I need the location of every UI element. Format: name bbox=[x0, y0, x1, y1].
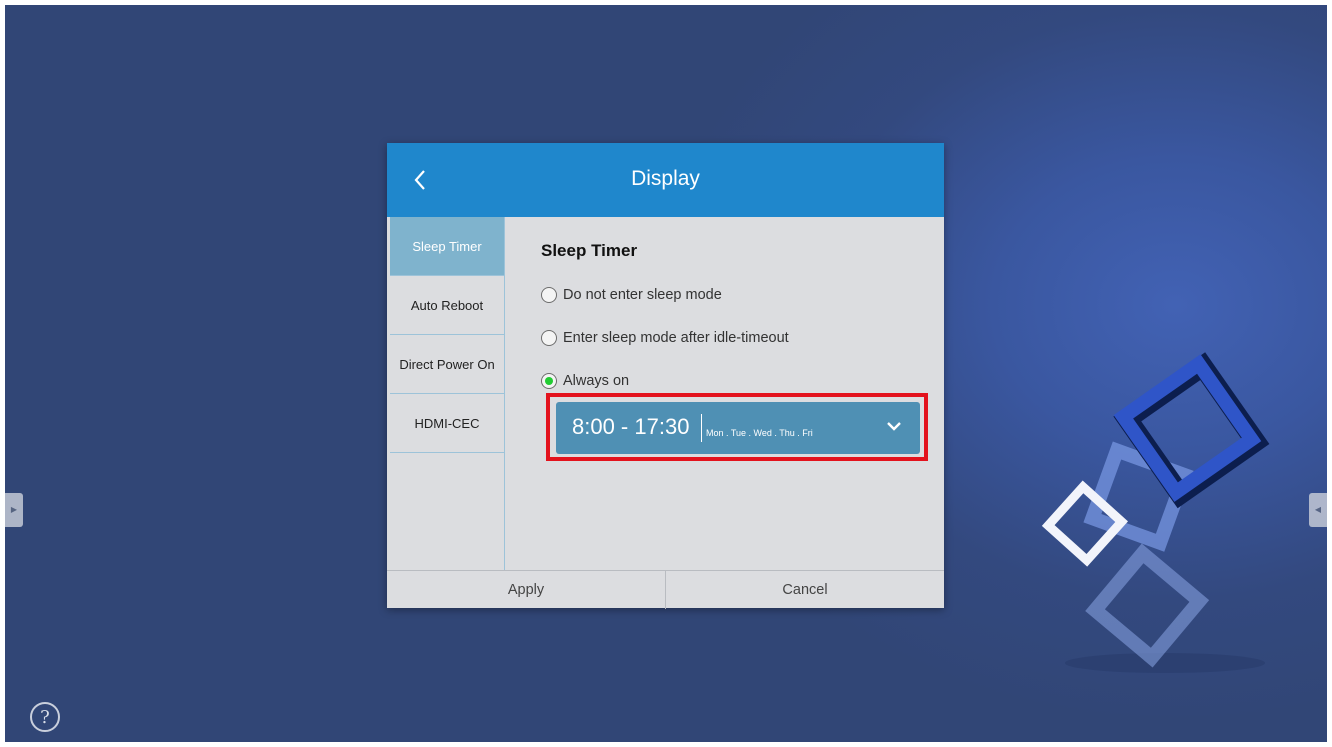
radio-button-selected[interactable] bbox=[541, 373, 557, 389]
option-always-on[interactable]: Always on bbox=[541, 373, 629, 389]
left-edge-handle[interactable]: ▶ bbox=[5, 493, 23, 527]
option-label: Always on bbox=[563, 373, 630, 389]
schedule-dropdown[interactable]: 8:00 - 17:30 Mon . Tue . Wed . Thu . Fri bbox=[556, 402, 920, 454]
settings-sidebar: Sleep Timer Auto Reboot Direct Power On … bbox=[390, 217, 505, 570]
sidebar-item-auto-reboot[interactable]: Auto Reboot bbox=[390, 276, 504, 335]
sidebar-item-label: HDMI-CEC bbox=[414, 415, 480, 431]
sidebar-item-label: Direct Power On bbox=[399, 356, 495, 372]
dialog-header: Display bbox=[387, 143, 944, 217]
option-label: Do not enter sleep mode bbox=[563, 287, 722, 303]
sidebar-item-label: Sleep Timer bbox=[412, 238, 482, 254]
schedule-divider bbox=[701, 414, 702, 442]
option-do-not-sleep[interactable]: Do not enter sleep mode bbox=[541, 287, 722, 303]
arrow-right-icon: ▶ bbox=[10, 505, 18, 514]
chevron-down-icon[interactable] bbox=[886, 420, 902, 432]
apply-button[interactable]: Apply bbox=[387, 571, 665, 609]
right-edge-handle[interactable]: ◀ bbox=[1309, 493, 1327, 527]
schedule-time-range: 8:00 - 17:30 bbox=[572, 414, 690, 439]
sidebar-item-hdmi-cec[interactable]: HDMI-CEC bbox=[390, 394, 504, 453]
option-idle-timeout[interactable]: Enter sleep mode after idle-timeout bbox=[541, 330, 789, 346]
arrow-left-icon: ◀ bbox=[1314, 505, 1322, 514]
sidebar-item-sleep-timer[interactable]: Sleep Timer bbox=[390, 217, 504, 276]
sidebar-item-direct-power-on[interactable]: Direct Power On bbox=[390, 335, 504, 394]
section-title: Sleep Timer bbox=[541, 241, 638, 260]
dialog-footer: Apply Cancel bbox=[387, 570, 944, 609]
schedule-days: Mon . Tue . Wed . Thu . Fri bbox=[706, 428, 813, 438]
cancel-button[interactable]: Cancel bbox=[665, 571, 944, 609]
option-label: Enter sleep mode after idle-timeout bbox=[563, 330, 789, 346]
display-settings-dialog: Display Sleep Timer Auto Reboot Direct P… bbox=[387, 143, 944, 609]
help-button[interactable]: ? bbox=[30, 702, 60, 732]
question-circle-icon: ? bbox=[40, 706, 50, 728]
decorative-cubes-graphic bbox=[1041, 352, 1270, 673]
sidebar-item-label: Auto Reboot bbox=[410, 297, 484, 313]
radio-button[interactable] bbox=[541, 330, 557, 346]
dialog-title: Display bbox=[631, 167, 700, 190]
radio-button[interactable] bbox=[541, 287, 557, 303]
